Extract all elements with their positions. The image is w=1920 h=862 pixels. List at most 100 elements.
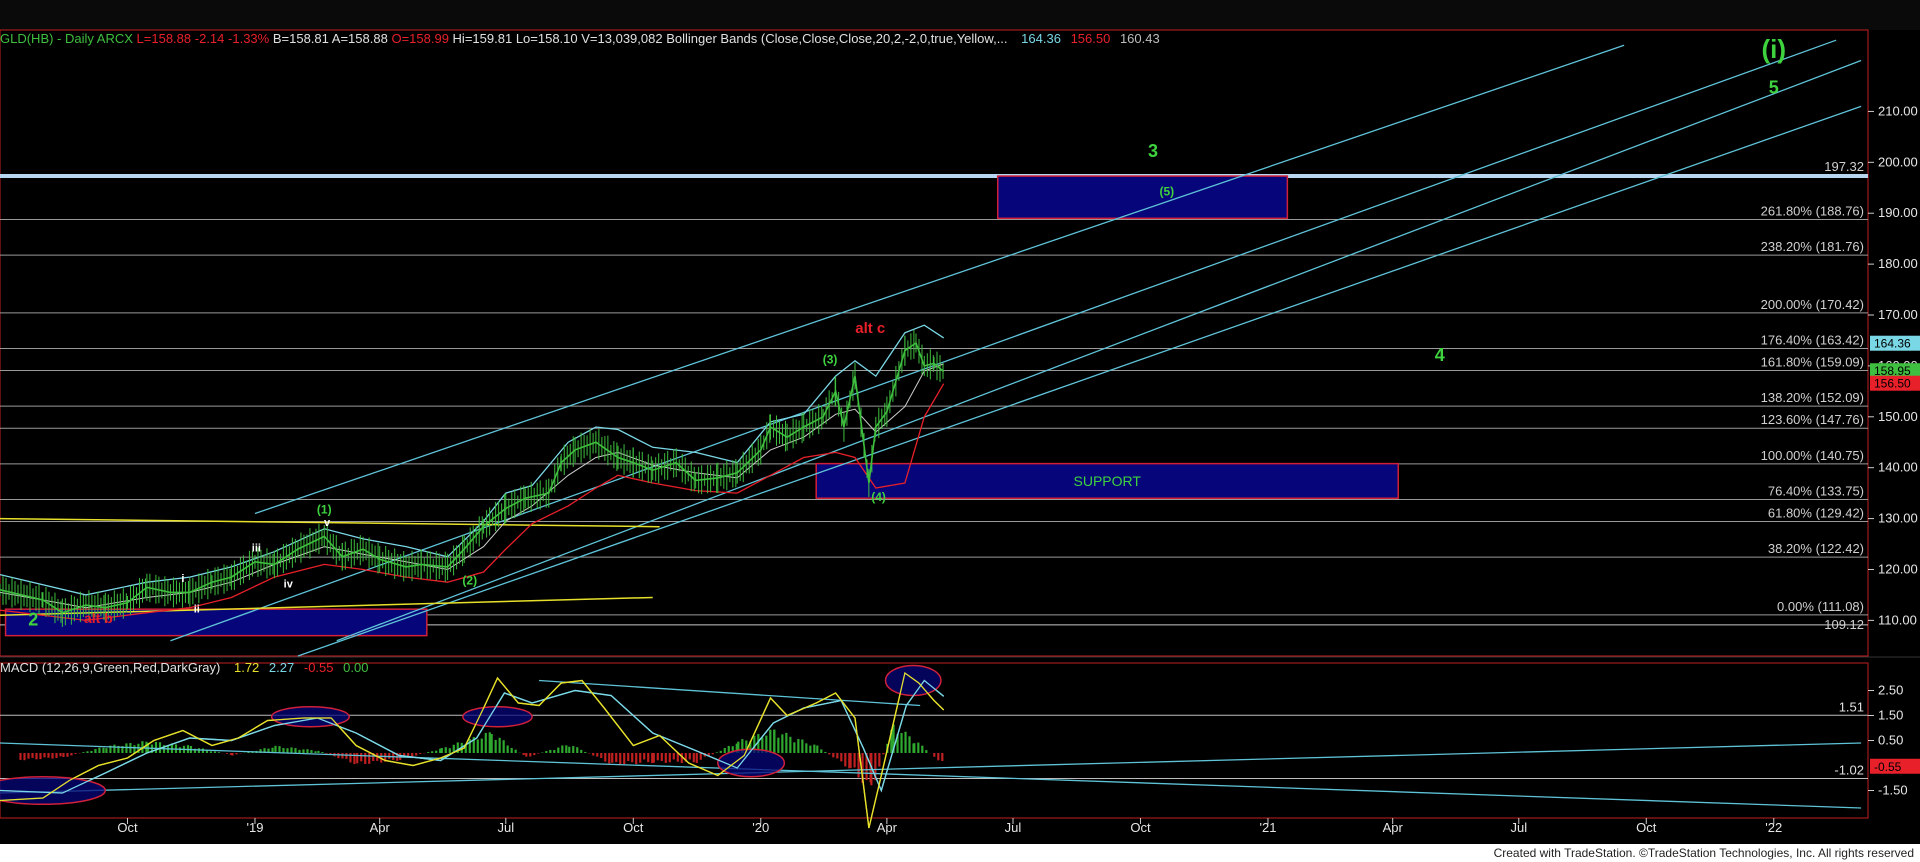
macd-histogram-bar bbox=[341, 753, 344, 759]
macd-histogram-bar bbox=[306, 749, 309, 753]
macd-histogram-bar bbox=[627, 753, 630, 762]
macd-histogram-bar bbox=[908, 736, 911, 753]
copyright-text: Created with TradeStation. ©TradeStation… bbox=[1493, 846, 1914, 860]
price-tag-label: 156.50 bbox=[1874, 377, 1911, 391]
fib-level-label: 138.20% (152.09) bbox=[1761, 390, 1864, 405]
wave-label: alt c bbox=[855, 320, 885, 337]
macd-histogram-bar bbox=[600, 753, 603, 759]
macd-histogram-bar bbox=[231, 753, 234, 756]
macd-histogram-bar bbox=[568, 746, 571, 753]
macd-histogram-bar bbox=[623, 753, 626, 765]
box-label: SUPPORT bbox=[1074, 473, 1142, 489]
macd-histogram-bar bbox=[125, 743, 128, 753]
macd-histogram-bar bbox=[444, 747, 447, 753]
macd-histogram-bar bbox=[797, 739, 800, 753]
fib-level-label: 238.20% (181.76) bbox=[1761, 239, 1864, 254]
x-tick-label: Jul bbox=[497, 820, 514, 835]
price-change: -2.14 bbox=[194, 31, 225, 46]
macd-y-tick-label: 1.50 bbox=[1878, 708, 1903, 723]
footer: Created with TradeStation. ©TradeStation… bbox=[0, 844, 1920, 862]
macd-level-label: 1.51 bbox=[1839, 699, 1864, 714]
symbol-label: GLD(HB) - Daily ARCX bbox=[0, 31, 133, 46]
macd-histogram-bar bbox=[86, 751, 89, 753]
macd-histogram-bar bbox=[235, 753, 238, 755]
macd-histogram-bar bbox=[572, 746, 575, 753]
wave-label: (4) bbox=[871, 490, 886, 504]
macd-histogram-bar bbox=[286, 748, 289, 753]
price-tag-label: 164.36 bbox=[1874, 337, 1911, 351]
x-tick-label: Oct bbox=[623, 820, 644, 835]
macd-y-tick-label: 2.50 bbox=[1878, 683, 1903, 698]
open-price: O=158.99 bbox=[391, 31, 449, 46]
macd-histogram-bar bbox=[448, 748, 451, 753]
macd-histogram-bar bbox=[94, 748, 97, 753]
macd-histogram-bar bbox=[801, 739, 804, 753]
macd-histogram-bar bbox=[553, 750, 556, 753]
macd-histogram-bar bbox=[484, 732, 487, 753]
x-tick-label: '20 bbox=[752, 820, 769, 835]
macd-histogram-bar bbox=[356, 753, 359, 764]
macd-histogram-bar bbox=[592, 753, 595, 756]
macd-histogram-bar bbox=[619, 753, 622, 765]
macd-histogram-bar bbox=[47, 753, 50, 758]
macd-histogram-bar bbox=[294, 748, 297, 753]
macd-histogram-bar bbox=[777, 737, 780, 753]
macd-histogram-bar bbox=[656, 753, 659, 761]
x-tick-label: '19 bbox=[247, 820, 264, 835]
macd-histogram-bar bbox=[154, 741, 158, 753]
x-tick-label: Apr bbox=[877, 820, 898, 835]
macd-price-tag-label: -0.55 bbox=[1874, 760, 1902, 774]
macd-histogram-bar bbox=[133, 745, 136, 753]
macd-histogram-bar bbox=[364, 753, 367, 765]
macd-histogram-bar bbox=[476, 739, 479, 753]
macd-histogram-bar bbox=[824, 751, 827, 753]
macd-histogram-bar bbox=[773, 729, 776, 753]
macd-histogram-bar bbox=[66, 753, 69, 757]
macd-histogram-bar bbox=[715, 752, 718, 753]
macd-histogram-bar bbox=[836, 753, 839, 759]
fib-level-label: 61.80% (129.42) bbox=[1768, 506, 1864, 521]
macd-histogram-bar bbox=[51, 753, 54, 759]
macd-histogram-bar bbox=[668, 753, 671, 763]
wave-label: alt b bbox=[84, 610, 113, 626]
macd-histogram-bar bbox=[608, 753, 611, 764]
wave-label: (3) bbox=[823, 352, 838, 366]
wave-label: ii bbox=[194, 604, 200, 616]
macd-trend-line bbox=[0, 742, 1862, 809]
macd-label: MACD (12,26,9,Green,Red,DarkGray) bbox=[0, 660, 221, 675]
bb-lower-value: 156.50 bbox=[1070, 31, 1111, 46]
fib-level-label: 261.80% (188.76) bbox=[1761, 204, 1864, 219]
macd-histogram-bar bbox=[576, 747, 579, 753]
macd-histogram-bar bbox=[882, 753, 885, 755]
macd-histogram-bar bbox=[878, 753, 881, 767]
macd-histogram-bar bbox=[785, 732, 788, 753]
macd-histogram-bar bbox=[440, 748, 443, 753]
macd-histogram-bar bbox=[178, 747, 182, 753]
last-price: L=158.88 bbox=[136, 31, 192, 46]
macd-histogram-bar bbox=[510, 747, 513, 753]
macd-histogram-bar bbox=[529, 753, 532, 757]
macd-histogram-bar bbox=[62, 753, 65, 758]
wave-label: (1) bbox=[317, 502, 332, 516]
macd-histogram-bar bbox=[809, 745, 812, 753]
channel-line-mid-2 bbox=[336, 59, 1862, 642]
macd-histogram-bar bbox=[813, 744, 816, 753]
macd-histogram-bar bbox=[506, 745, 509, 753]
macd-ellipse bbox=[717, 748, 786, 778]
macd-histogram-bar bbox=[533, 753, 536, 756]
macd-histogram-bar bbox=[98, 747, 101, 753]
macd-histogram-bar bbox=[611, 753, 614, 763]
macd-histogram-bar bbox=[225, 753, 229, 754]
x-tick-label: Oct bbox=[1130, 820, 1151, 835]
macd-histogram-bar bbox=[711, 753, 714, 755]
y-tick-label: 110.00 bbox=[1878, 612, 1917, 627]
macd-value: 1.72 bbox=[233, 660, 260, 675]
chart-window: 110.00120.00130.00140.00150.00160.00170.… bbox=[0, 0, 1920, 862]
macd-histogram-bar bbox=[664, 753, 667, 763]
x-tick-label: Apr bbox=[1383, 820, 1404, 835]
macd-histogram-bar bbox=[699, 753, 702, 760]
macd-histogram-bar bbox=[719, 750, 722, 753]
macd-histogram-bar bbox=[302, 749, 305, 753]
macd-histogram-bar bbox=[317, 750, 320, 753]
channel-line-upper bbox=[254, 44, 1625, 515]
